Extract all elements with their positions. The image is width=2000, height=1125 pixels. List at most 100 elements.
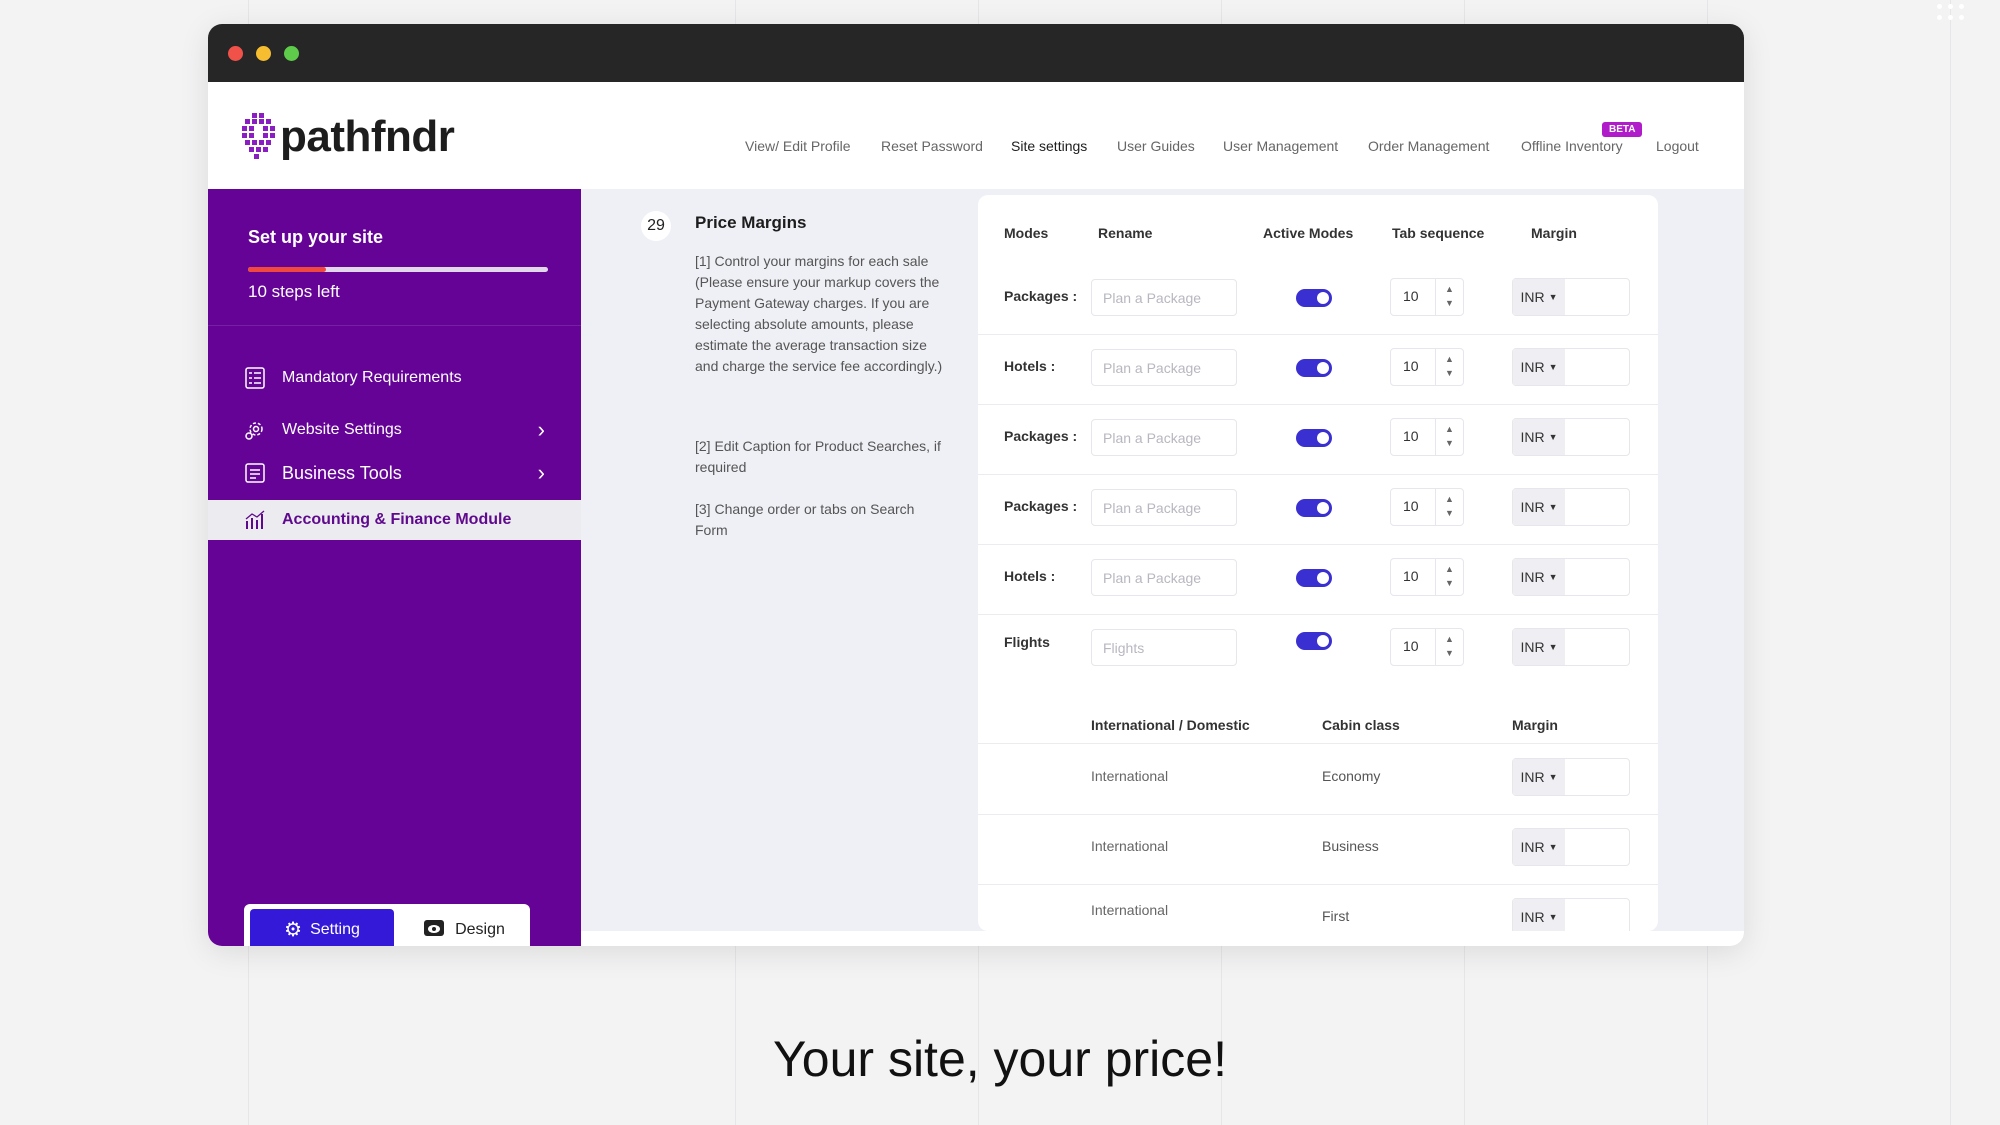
chevron-down-icon: ▼ [1548, 842, 1558, 852]
design-tab-button[interactable]: Design [404, 909, 524, 946]
margin-input[interactable]: INR ▼ [1512, 348, 1630, 386]
flight-margin-row: International Business INR ▼ [978, 814, 1658, 885]
currency-select[interactable]: INR ▼ [1513, 489, 1565, 525]
tab-sequence-stepper[interactable]: 10 ▲ ▼ [1390, 558, 1464, 596]
tab-sequence-stepper[interactable]: 10 ▲ ▼ [1390, 418, 1464, 456]
stepper-arrows-icon[interactable]: ▲ ▼ [1435, 349, 1463, 385]
rename-input[interactable]: Plan a Package [1091, 419, 1237, 456]
price-margins-table: Modes Rename Active Modes Tab sequence M… [978, 195, 1658, 931]
active-mode-toggle[interactable] [1296, 289, 1332, 307]
nav-reset-password[interactable]: Reset Password [881, 138, 983, 154]
margin-input[interactable]: INR ▼ [1512, 828, 1630, 866]
sidebar-item-accounting-finance[interactable]: Accounting & Finance Module [208, 500, 581, 540]
chevron-right-icon: › [537, 460, 545, 485]
sidebar-divider [208, 325, 581, 326]
col-header-tab-sequence: Tab sequence [1392, 225, 1485, 241]
chevron-down-icon: ▼ [1548, 912, 1558, 922]
app-header: pathfndr View/ Edit Profile Reset Passwo… [208, 82, 1744, 189]
tab-sequence-stepper[interactable]: 10 ▲ ▼ [1390, 348, 1464, 386]
note-1: [1] Control your margins for each sale (… [695, 253, 943, 374]
chevron-down-icon: ▼ [1548, 502, 1558, 512]
currency-value: INR [1520, 839, 1545, 855]
rename-input[interactable]: Plan a Package [1091, 559, 1237, 596]
setup-progress-bar [248, 267, 548, 272]
region-value: International [1091, 768, 1169, 784]
nav-user-management[interactable]: User Management [1223, 138, 1338, 154]
stepper-arrows-icon[interactable]: ▲ ▼ [1435, 419, 1463, 455]
tab-sequence-stepper[interactable]: 10 ▲ ▼ [1390, 628, 1464, 666]
sidebar-item-website-settings[interactable]: Website Settings › [208, 410, 581, 450]
nav-user-guides[interactable]: User Guides [1117, 138, 1195, 154]
active-mode-toggle[interactable] [1296, 499, 1332, 517]
tab-sequence-stepper[interactable]: 10 ▲ ▼ [1390, 488, 1464, 526]
stepper-arrows-icon[interactable]: ▲ ▼ [1435, 279, 1463, 315]
section-title: Price Margins [695, 213, 807, 232]
sequence-value: 10 [1403, 428, 1419, 444]
table-row: Packages : Plan a Package 10 ▲ ▼ INR ▼ [978, 474, 1658, 545]
setup-title: Set up your site [248, 227, 384, 247]
nav-order-management[interactable]: Order Management [1368, 138, 1489, 154]
sidebar-item-label: Website Settings [282, 421, 402, 438]
sidebar-item-mandatory-requirements[interactable]: Mandatory Requirements [208, 358, 581, 398]
currency-select[interactable]: INR ▼ [1513, 899, 1565, 931]
setup-progress-fill [248, 267, 326, 272]
margin-input[interactable]: INR ▼ [1512, 558, 1630, 596]
currency-select[interactable]: INR ▼ [1513, 419, 1565, 455]
currency-select[interactable]: INR ▼ [1513, 559, 1565, 595]
active-mode-toggle[interactable] [1296, 632, 1332, 650]
sidebar-item-business-tools[interactable]: Business Tools › [208, 453, 581, 493]
margin-input[interactable]: INR ▼ [1512, 278, 1630, 316]
stepper-arrows-icon[interactable]: ▲ ▼ [1435, 489, 1463, 525]
rename-input[interactable]: Flights [1091, 629, 1237, 666]
rename-input[interactable]: Plan a Package [1091, 279, 1237, 316]
cabin-value: First [1322, 908, 1350, 924]
table-row: Flights Flights 10 ▲ ▼ INR ▼ [978, 614, 1658, 684]
chevron-down-icon: ▼ [1548, 772, 1558, 782]
note-2: [2] Edit Caption for Product Searches, i… [695, 438, 941, 475]
maximize-window-button[interactable] [284, 46, 299, 61]
currency-select[interactable]: INR ▼ [1513, 759, 1565, 795]
margin-input[interactable]: INR ▼ [1512, 418, 1630, 456]
logo-text: pathfndr [280, 112, 455, 161]
margin-input[interactable]: INR ▼ [1512, 758, 1630, 796]
margin-input[interactable]: INR ▼ [1512, 628, 1630, 666]
nav-logout[interactable]: Logout [1656, 138, 1699, 154]
nav-site-settings[interactable]: Site settings [1011, 138, 1087, 154]
mode-label: Packages : [1004, 428, 1078, 444]
tab-sequence-stepper[interactable]: 10 ▲ ▼ [1390, 278, 1464, 316]
rename-input[interactable]: Plan a Package [1091, 489, 1237, 526]
stepper-arrows-icon[interactable]: ▲ ▼ [1435, 559, 1463, 595]
active-mode-toggle[interactable] [1296, 359, 1332, 377]
currency-select[interactable]: INR ▼ [1513, 279, 1565, 315]
active-mode-toggle[interactable] [1296, 429, 1332, 447]
nav-view-edit-profile[interactable]: View/ Edit Profile [745, 138, 851, 154]
currency-select[interactable]: INR ▼ [1513, 829, 1565, 865]
margin-input[interactable]: INR ▼ [1512, 898, 1630, 931]
gear-icon: ⚙ [284, 919, 303, 941]
steps-left-text: 10 steps left [248, 282, 340, 301]
minimize-window-button[interactable] [256, 46, 271, 61]
app-window: pathfndr View/ Edit Profile Reset Passwo… [208, 24, 1744, 946]
close-window-button[interactable] [228, 46, 243, 61]
checklist-icon [244, 367, 266, 389]
logo[interactable]: pathfndr [242, 112, 455, 162]
currency-value: INR [1520, 639, 1545, 655]
tools-icon [244, 462, 266, 484]
margin-input[interactable]: INR ▼ [1512, 488, 1630, 526]
mode-label: Packages : [1004, 288, 1078, 304]
nav-offline-inventory[interactable]: Offline Inventory [1521, 138, 1623, 154]
setting-label: Setting [310, 921, 360, 938]
setting-design-toggle: ⚙ Setting Design [244, 904, 530, 946]
stepper-arrows-icon[interactable]: ▲ ▼ [1435, 629, 1463, 665]
mode-label: Packages : [1004, 498, 1078, 514]
currency-select[interactable]: INR ▼ [1513, 349, 1565, 385]
col-header-flight-margin: Margin [1512, 717, 1558, 733]
setting-tab-button[interactable]: ⚙ Setting [250, 909, 394, 946]
active-mode-toggle[interactable] [1296, 569, 1332, 587]
mode-label: Hotels : [1004, 358, 1056, 374]
chevron-down-icon: ▼ [1548, 362, 1558, 372]
currency-select[interactable]: INR ▼ [1513, 629, 1565, 665]
chevron-right-icon: › [537, 417, 545, 442]
rename-input[interactable]: Plan a Package [1091, 349, 1237, 386]
chevron-down-icon: ▼ [1548, 432, 1558, 442]
